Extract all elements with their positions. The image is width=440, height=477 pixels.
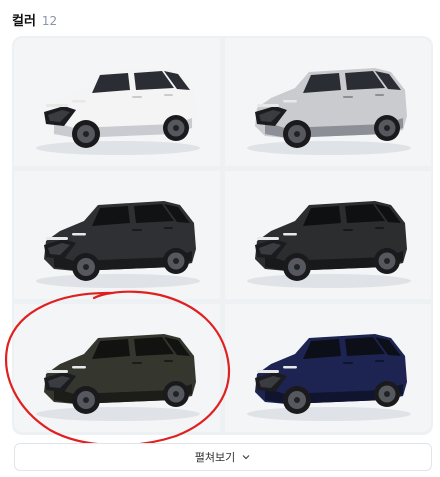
color-option-white[interactable]: [14, 38, 220, 166]
suv-image: [36, 201, 200, 288]
color-option-green-black[interactable]: [14, 304, 220, 432]
color-option-dark-gray[interactable]: [14, 171, 220, 299]
suv-image: [247, 334, 411, 421]
chevron-down-icon: [242, 455, 250, 460]
expand-label: 펼쳐보기: [194, 451, 236, 464]
suv-image: [247, 68, 411, 155]
color-option-silver[interactable]: [225, 38, 431, 166]
color-grid: [12, 36, 433, 435]
suv-image: [247, 201, 411, 288]
section-title: 컬러: [12, 14, 36, 29]
color-option-navy[interactable]: [225, 304, 431, 432]
suv-image: [36, 334, 200, 421]
expand-button[interactable]: 펼쳐보기: [14, 443, 432, 471]
color-count: 12: [41, 14, 58, 28]
suv-image: [36, 68, 200, 155]
color-section-header: 컬러 12: [12, 10, 57, 30]
color-option-black[interactable]: [225, 171, 431, 299]
